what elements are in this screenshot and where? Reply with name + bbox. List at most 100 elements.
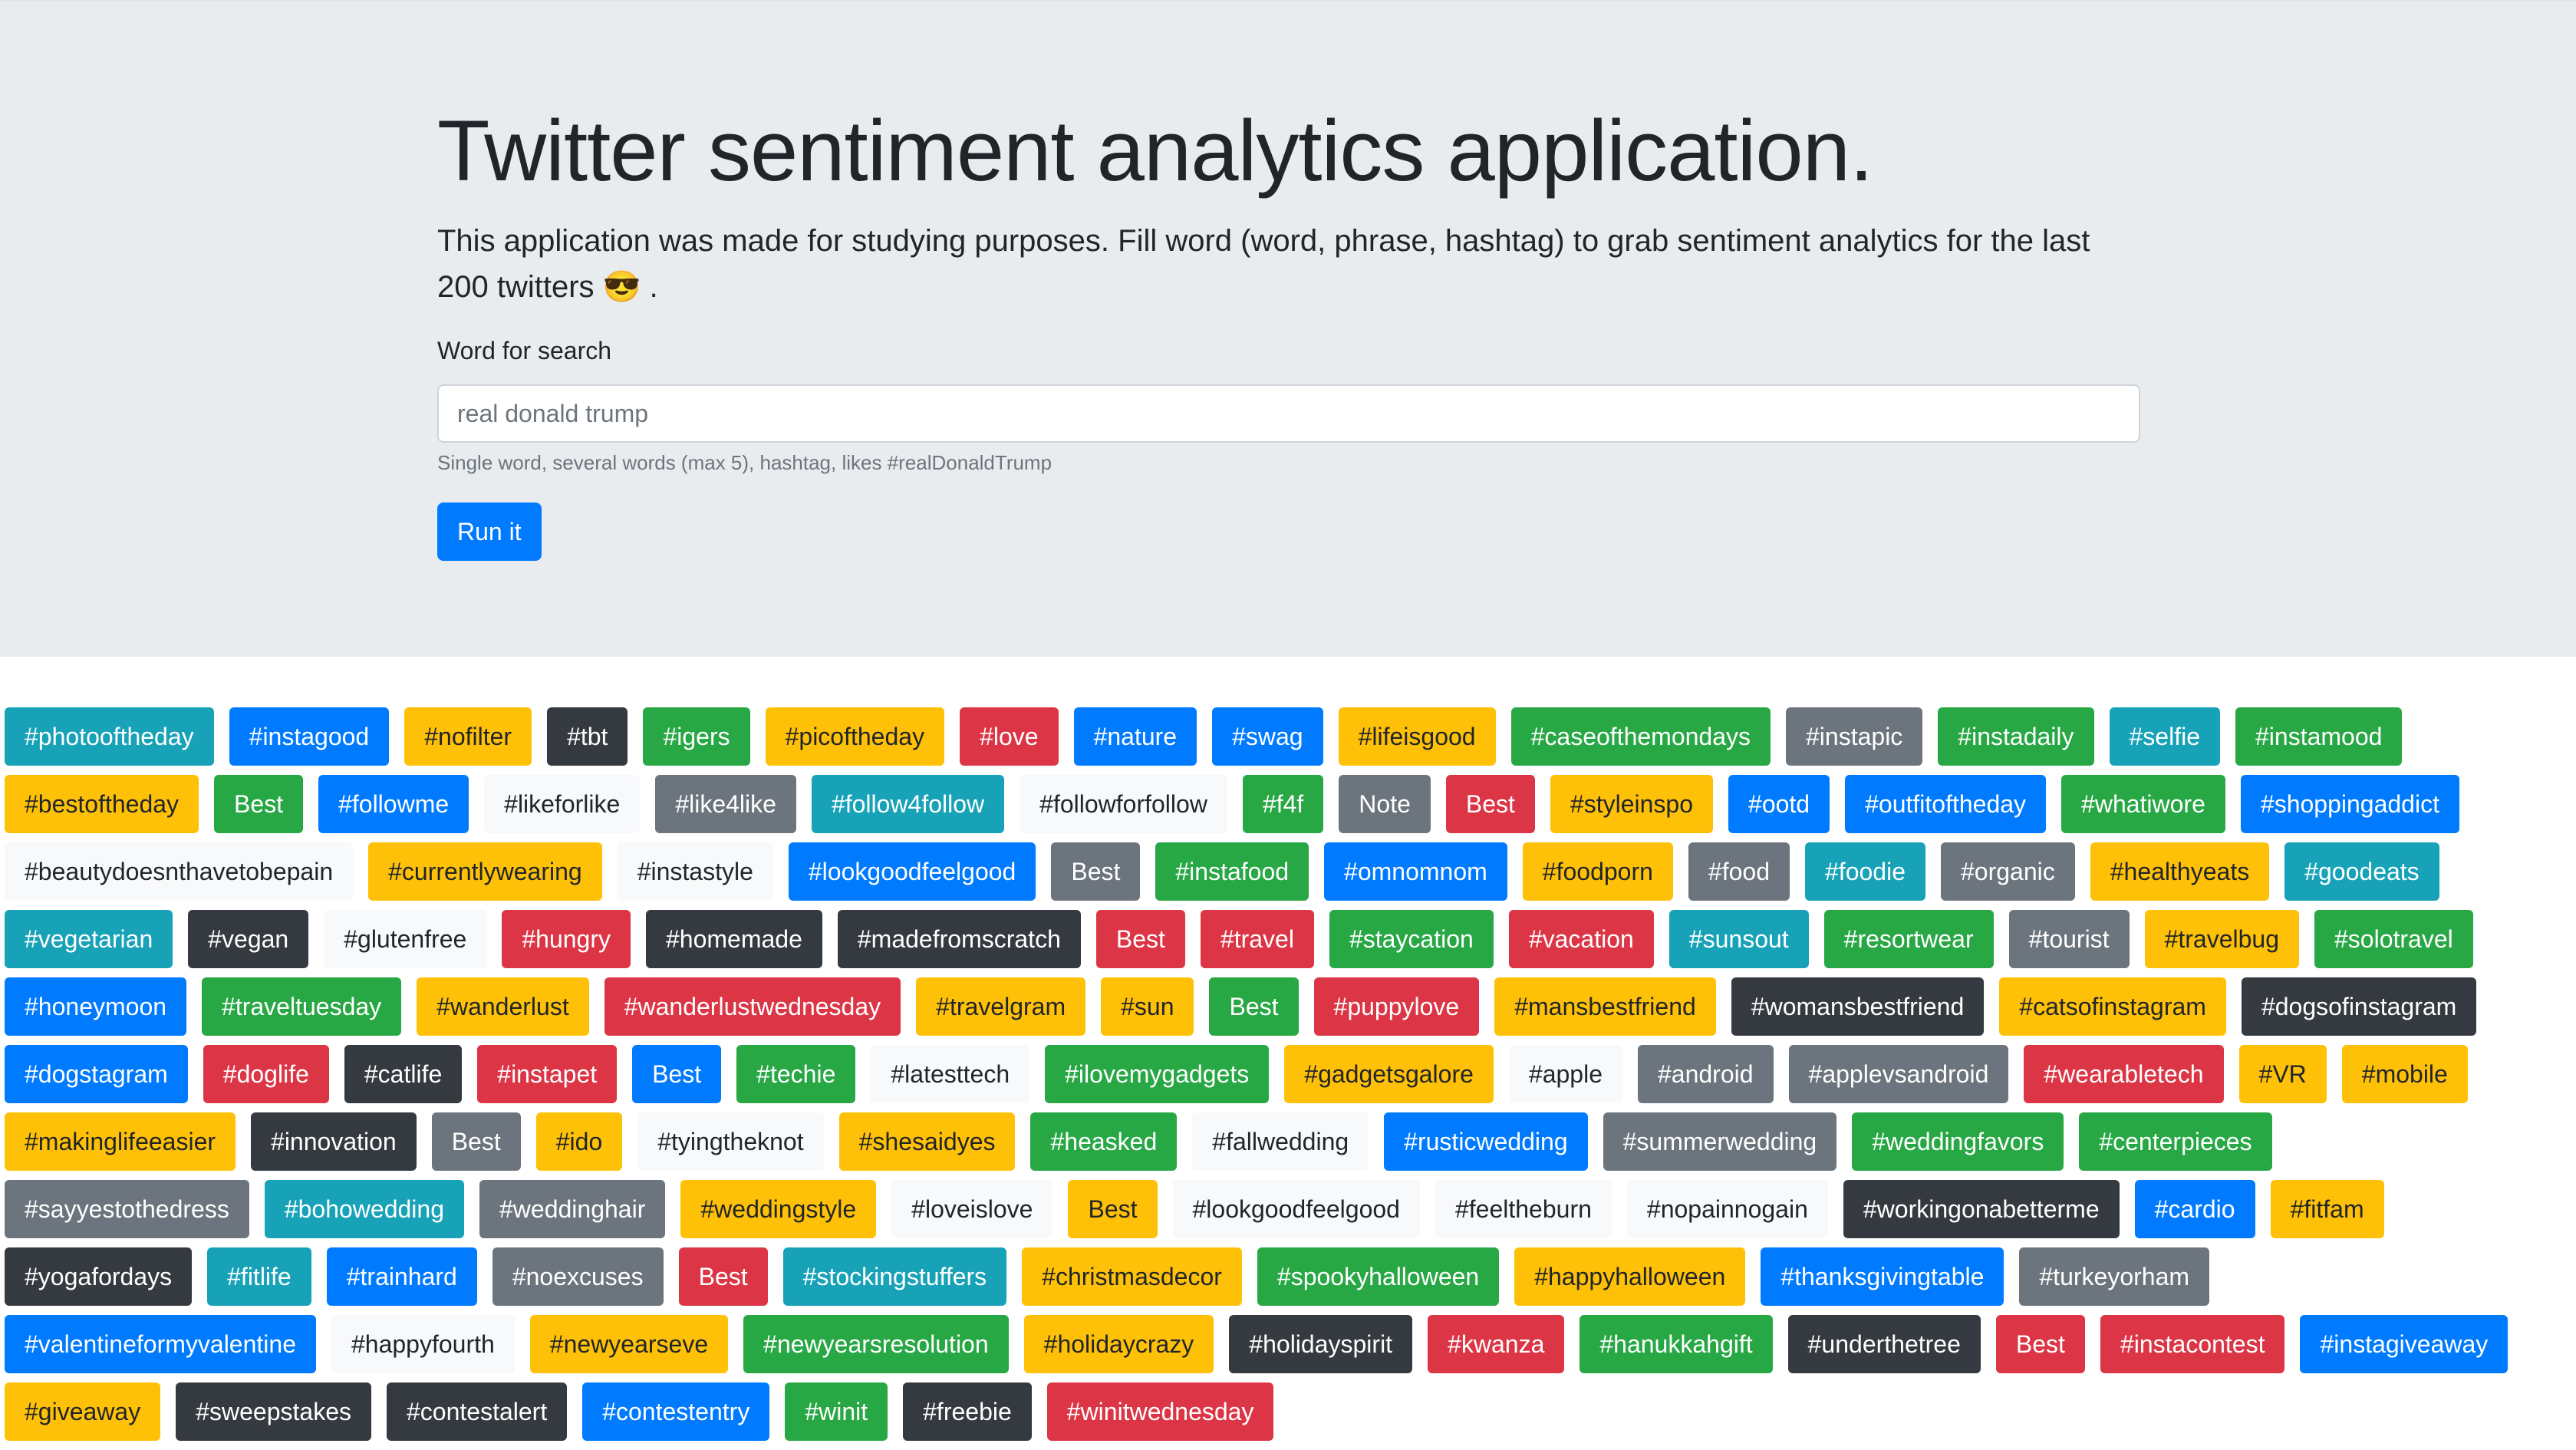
hashtag-badge[interactable]: #goodeats <box>2284 842 2439 901</box>
hashtag-badge[interactable]: #weddingfavors <box>1852 1112 2064 1171</box>
hashtag-badge[interactable]: #instapic <box>1786 707 1923 766</box>
hashtag-badge[interactable]: #instagiveaway <box>2300 1315 2508 1373</box>
hashtag-badge[interactable]: #outfitoftheday <box>1845 775 2047 833</box>
hashtag-badge[interactable]: #christmasdecor <box>1022 1247 1242 1306</box>
hashtag-badge[interactable]: #foodporn <box>1522 842 1673 901</box>
hashtag-badge[interactable]: #caseofthemondays <box>1510 707 1771 766</box>
hashtag-badge[interactable]: #catsofinstagram <box>1999 977 2226 1036</box>
hashtag-badge[interactable]: #bohowedding <box>264 1180 464 1238</box>
hashtag-badge[interactable]: #instastyle <box>617 842 773 901</box>
hashtag-badge[interactable]: #ilovemygadgets <box>1045 1045 1270 1103</box>
hashtag-badge[interactable]: #dogsofinstagram <box>2241 977 2477 1036</box>
hashtag-badge[interactable]: #sun <box>1101 977 1194 1036</box>
hashtag-badge[interactable]: #summerwedding <box>1603 1112 1837 1171</box>
hashtag-badge[interactable]: #winitwednesday <box>1046 1382 1274 1441</box>
hashtag-badge[interactable]: #thanksgivingtable <box>1761 1247 2004 1306</box>
hashtag-badge[interactable]: #followforfollow <box>1020 775 1227 833</box>
hashtag-badge[interactable]: #ootd <box>1728 775 1830 833</box>
hashtag-badge[interactable]: #tbt <box>547 707 628 766</box>
hashtag-badge[interactable]: Best <box>1209 977 1299 1036</box>
hashtag-badge[interactable]: #heasked <box>1030 1112 1178 1171</box>
hashtag-badge[interactable]: #likeforlike <box>484 775 641 833</box>
hashtag-badge[interactable]: #traveltuesday <box>202 977 402 1036</box>
hashtag-badge[interactable]: #travelgram <box>916 977 1086 1036</box>
hashtag-badge[interactable]: #catlife <box>344 1045 463 1103</box>
hashtag-badge[interactable]: #womansbestfriend <box>1731 977 1985 1036</box>
hashtag-badge[interactable]: #travel <box>1200 910 1314 968</box>
hashtag-badge[interactable]: #doglife <box>203 1045 329 1103</box>
hashtag-badge[interactable]: #giveaway <box>5 1382 161 1441</box>
hashtag-badge[interactable]: #innovation <box>251 1112 417 1171</box>
hashtag-badge[interactable]: #contestentry <box>582 1382 770 1441</box>
hashtag-badge[interactable]: #mobile <box>2341 1045 2468 1103</box>
hashtag-badge[interactable]: Best <box>1095 910 1185 968</box>
hashtag-badge[interactable]: #latesttech <box>871 1045 1030 1103</box>
run-button[interactable]: Run it <box>437 503 542 561</box>
hashtag-badge[interactable]: #fitfam <box>2270 1180 2384 1238</box>
hashtag-badge[interactable]: #VR <box>2238 1045 2327 1103</box>
hashtag-badge[interactable]: #puppylove <box>1313 977 1480 1036</box>
hashtag-badge[interactable]: #cardio <box>2134 1180 2255 1238</box>
hashtag-badge[interactable]: #stockingstuffers <box>782 1247 1007 1306</box>
hashtag-badge[interactable]: #tourist <box>2008 910 2130 968</box>
hashtag-badge[interactable]: #followme <box>318 775 469 833</box>
hashtag-badge[interactable]: #valentineformyvalentine <box>5 1315 316 1373</box>
hashtag-badge[interactable]: #whatiwore <box>2061 775 2225 833</box>
hashtag-badge[interactable]: #android <box>1637 1045 1774 1103</box>
hashtag-badge[interactable]: #wearabletech <box>2024 1045 2224 1103</box>
hashtag-badge[interactable]: #omnomnom <box>1324 842 1507 901</box>
hashtag-badge[interactable]: #rusticwedding <box>1384 1112 1588 1171</box>
hashtag-badge[interactable]: #solotravel <box>2314 910 2473 968</box>
hashtag-badge[interactable]: #holidayspirit <box>1229 1315 1413 1373</box>
hashtag-badge[interactable]: #nature <box>1073 707 1197 766</box>
hashtag-badge[interactable]: #gadgetsgalore <box>1284 1045 1494 1103</box>
hashtag-badge[interactable]: #loveislove <box>891 1180 1053 1238</box>
hashtag-badge[interactable]: #noexcuses <box>492 1247 664 1306</box>
hashtag-badge[interactable]: Best <box>1445 775 1535 833</box>
hashtag-badge[interactable]: #homemade <box>645 910 822 968</box>
hashtag-badge[interactable]: #weddingstyle <box>680 1180 877 1238</box>
hashtag-badge[interactable]: #shesaidyes <box>838 1112 1016 1171</box>
hashtag-badge[interactable]: #holidaycrazy <box>1023 1315 1214 1373</box>
hashtag-badge[interactable]: #styleinspo <box>1550 775 1714 833</box>
hashtag-badge[interactable]: #food <box>1688 842 1790 901</box>
hashtag-badge[interactable]: #lookgoodfeelgood <box>1172 1180 1420 1238</box>
hashtag-badge[interactable]: Best <box>1995 1315 2085 1373</box>
hashtag-badge[interactable]: #newyearseve <box>529 1315 729 1373</box>
hashtag-badge[interactable]: #beautydoesnthavetobepain <box>5 842 354 901</box>
hashtag-badge[interactable]: Note <box>1339 775 1431 833</box>
hashtag-badge[interactable]: #instamood <box>2235 707 2403 766</box>
hashtag-badge[interactable]: #underthetree <box>1787 1315 1981 1373</box>
hashtag-badge[interactable]: #vacation <box>1508 910 1654 968</box>
hashtag-badge[interactable]: #applevsandroid <box>1788 1045 2009 1103</box>
hashtag-badge[interactable]: #lookgoodfeelgood <box>788 842 1036 901</box>
hashtag-badge[interactable]: #instafood <box>1155 842 1309 901</box>
hashtag-badge[interactable]: #instapet <box>477 1045 618 1103</box>
hashtag-badge[interactable]: #follow4follow <box>811 775 1005 833</box>
hashtag-badge[interactable]: #newyearsresolution <box>743 1315 1009 1373</box>
hashtag-badge[interactable]: Best <box>431 1112 521 1171</box>
hashtag-badge[interactable]: #wanderlust <box>417 977 589 1036</box>
hashtag-badge[interactable]: #currentlywearing <box>368 842 602 901</box>
hashtag-badge[interactable]: Best <box>632 1045 722 1103</box>
hashtag-badge[interactable]: #nofilter <box>404 707 532 766</box>
hashtag-badge[interactable]: #like4like <box>655 775 796 833</box>
hashtag-badge[interactable]: #travelbug <box>2144 910 2299 968</box>
hashtag-badge[interactable]: #love <box>960 707 1059 766</box>
hashtag-badge[interactable]: #shoppingaddict <box>2240 775 2459 833</box>
hashtag-badge[interactable]: #foodie <box>1805 842 1925 901</box>
hashtag-badge[interactable]: #dogstagram <box>5 1045 188 1103</box>
hashtag-badge[interactable]: #kwanza <box>1428 1315 1565 1373</box>
hashtag-badge[interactable]: #f4f <box>1242 775 1324 833</box>
hashtag-badge[interactable]: #nopainnogain <box>1626 1180 1828 1238</box>
hashtag-badge[interactable]: Best <box>214 775 304 833</box>
hashtag-badge[interactable]: #yogafordays <box>5 1247 193 1306</box>
hashtag-badge[interactable]: #igers <box>643 707 750 766</box>
hashtag-badge[interactable]: #instadaily <box>1938 707 2094 766</box>
hashtag-badge[interactable]: #spookyhalloween <box>1257 1247 1500 1306</box>
hashtag-badge[interactable]: #sweepstakes <box>176 1382 371 1441</box>
hashtag-badge[interactable]: #turkeyorham <box>2019 1247 2210 1306</box>
hashtag-badge[interactable]: #hanukkahgift <box>1580 1315 1773 1373</box>
hashtag-badge[interactable]: #resortwear <box>1823 910 1994 968</box>
hashtag-badge[interactable]: #honeymoon <box>5 977 187 1036</box>
